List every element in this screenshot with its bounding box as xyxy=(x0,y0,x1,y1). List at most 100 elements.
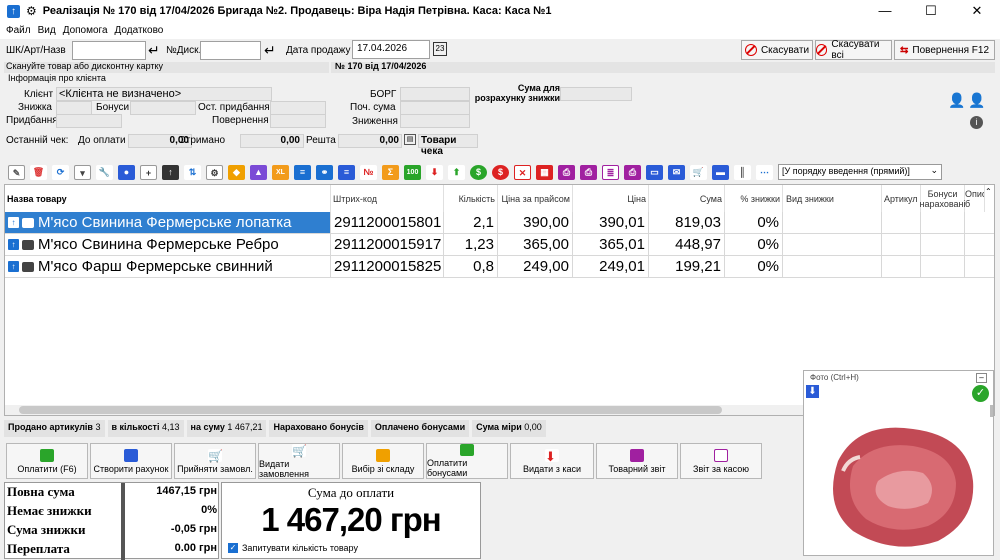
accept-order-button[interactable]: 🛒 Прийняти замовл. xyxy=(174,443,256,479)
print-icon[interactable]: ⎙ xyxy=(558,164,575,180)
create-invoice-button[interactable]: Створити рахунок xyxy=(90,443,172,479)
cancel-doc-icon[interactable]: ✕ xyxy=(514,164,531,180)
discount-card-input[interactable] xyxy=(200,41,261,60)
menu-view[interactable]: Вид xyxy=(38,25,56,36)
mail-icon[interactable]: ✉ xyxy=(668,164,685,180)
delete-icon[interactable]: 🗑 xyxy=(30,164,47,180)
up-arrow-icon[interactable]: ⬆ xyxy=(448,164,465,180)
scroll-up-icon[interactable]: ⌃ xyxy=(985,187,994,196)
column-header[interactable]: Бонуси нараховані xyxy=(919,185,966,212)
receipt-icon[interactable]: ▤ xyxy=(404,134,416,145)
print-alt-icon[interactable]: ⎙ xyxy=(580,164,597,180)
column-header[interactable]: Опис б xyxy=(965,185,985,212)
list-icon[interactable]: ≡ xyxy=(294,164,311,180)
range-icon[interactable]: ⋯ xyxy=(756,164,773,180)
close-button[interactable]: ✕ xyxy=(954,0,1000,22)
down-arrow-icon[interactable]: ⬇ xyxy=(426,164,443,180)
cart-icon[interactable]: 🛒 xyxy=(690,164,707,180)
invoice-icon xyxy=(124,448,138,462)
column-header[interactable]: Вид знижки xyxy=(783,185,882,212)
number-icon[interactable]: № xyxy=(360,164,377,180)
table-row[interactable]: ↑ М'ясо Свинина Фермерське лопатка xyxy=(5,212,331,234)
row-name: М'ясо Фарш Фермерське свинний xyxy=(38,258,273,275)
to-pay-label: До оплати xyxy=(78,135,126,146)
stack-icon[interactable]: ≡ xyxy=(338,164,355,180)
check-goods-button[interactable]: Товари чека xyxy=(418,134,478,157)
wrench-icon[interactable]: 🔧 xyxy=(96,164,113,180)
info-icon[interactable]: i xyxy=(970,116,983,129)
sort-order-value: [У порядку введення (прямий)] xyxy=(782,166,910,176)
issue-order-button[interactable]: 🛒 Видати замовлення xyxy=(258,443,340,479)
row-barcode: 2911200015825 xyxy=(331,256,444,278)
row-qty[interactable]: 2,1 xyxy=(444,212,498,234)
select-from-stock-button[interactable]: Вибір зі складу xyxy=(342,443,424,479)
table-row[interactable]: ↑ М'ясо Свинина Фермерське Ребро xyxy=(5,234,331,256)
total-label: Переплата xyxy=(7,541,70,556)
report-icon[interactable]: ≣ xyxy=(602,164,619,180)
pay-button[interactable]: Оплатити (F6) xyxy=(6,443,88,479)
pay-bonuses-button[interactable]: Оплатити бонусами xyxy=(426,443,508,479)
sort-icon[interactable]: ⇅ xyxy=(184,164,201,180)
goods-report-button[interactable]: Товарний звіт xyxy=(596,443,678,479)
calendar-red-icon[interactable]: ▦ xyxy=(536,164,553,180)
sort-order-select[interactable]: [У порядку введення (прямий)] ⌄ xyxy=(778,164,942,180)
dollar-green-icon[interactable]: $ xyxy=(470,164,487,180)
return-button[interactable]: ⇆ Повернення F12 xyxy=(894,40,995,60)
menu-help[interactable]: Допомога xyxy=(63,25,108,36)
column-header[interactable]: Назва товару xyxy=(5,185,331,212)
sale-date-input[interactable]: 17.04.2026 xyxy=(352,40,430,59)
card-terminal-icon[interactable]: ▬ xyxy=(712,164,729,180)
scrollbar-thumb[interactable] xyxy=(19,406,722,414)
contact-card-icon[interactable]: ▭ xyxy=(646,164,663,180)
gear-icon[interactable]: ⚙ xyxy=(26,4,37,18)
user-outline-icon[interactable]: 👤 xyxy=(968,92,985,109)
row-qty[interactable]: 0,8 xyxy=(444,256,498,278)
menu-file[interactable]: Файл xyxy=(6,25,31,36)
enter-icon[interactable]: ↵ xyxy=(264,42,276,59)
dollar-red-icon[interactable]: $ xyxy=(492,164,509,180)
column-header[interactable]: Ціна за прайсом xyxy=(498,185,573,212)
column-header[interactable]: Сума xyxy=(649,185,725,212)
size-xl-icon[interactable]: XL xyxy=(272,164,289,180)
barcode-green-icon[interactable]: 100 xyxy=(404,164,421,180)
doc-settings-icon[interactable]: ⚙ xyxy=(206,164,223,180)
layers-icon[interactable]: ◆ xyxy=(228,164,245,180)
document-icon[interactable]: Σ xyxy=(382,164,399,180)
refresh-icon[interactable]: ⟳ xyxy=(52,164,69,180)
upload-icon[interactable]: ↑ xyxy=(162,164,179,180)
photo-scrollbar[interactable] xyxy=(990,405,993,417)
shapes-icon[interactable]: ▲ xyxy=(250,164,267,180)
maximize-button[interactable]: ☐ xyxy=(908,0,954,22)
column-header[interactable]: Артикул xyxy=(882,185,921,212)
client-value[interactable]: <Клієнта не визначено> xyxy=(56,87,272,101)
cancel-all-button[interactable]: Скасувати всі xyxy=(815,39,892,61)
column-header[interactable]: Ціна xyxy=(573,185,649,212)
ask-qty-checkbox[interactable]: ✓ xyxy=(228,543,238,553)
cancel-button[interactable]: Скасувати xyxy=(741,40,813,60)
add-doc-icon[interactable]: + xyxy=(140,164,157,180)
row-name: М'ясо Свинина Фермерське Ребро xyxy=(38,236,279,253)
column-header[interactable]: Кількість xyxy=(444,185,498,212)
user-icon[interactable]: 👤 xyxy=(948,92,965,109)
handshake-icon[interactable]: ⚭ xyxy=(316,164,333,180)
menu-extra[interactable]: Додатково xyxy=(115,25,164,36)
edit-icon[interactable]: ✎ xyxy=(8,164,25,180)
column-header[interactable]: % знижки xyxy=(725,185,783,212)
person-icon[interactable]: ● xyxy=(118,164,135,180)
barcode-icon[interactable]: ║ xyxy=(734,164,751,180)
enter-icon[interactable]: ↵ xyxy=(148,42,160,59)
minimize-button[interactable]: — xyxy=(862,0,908,22)
download-icon[interactable]: ⬇ xyxy=(806,385,819,398)
row-qty[interactable]: 1,23 xyxy=(444,234,498,256)
totals-panel: Повна сума 1467,15 грн Немає знижки 0% Сум… xyxy=(4,482,219,560)
collapse-icon[interactable]: – xyxy=(976,373,987,383)
cash-out-button[interactable]: ⬇ Видати з каси xyxy=(510,443,594,479)
calendar-icon[interactable]: 23 xyxy=(433,42,447,56)
table-row[interactable]: ↑ М'ясо Фарш Фермерське свинний xyxy=(5,256,331,278)
column-header[interactable]: Штрих-код xyxy=(331,185,444,212)
clipboard-icon[interactable]: ▾ xyxy=(74,164,91,180)
cash-report-button[interactable]: Звіт за касою xyxy=(680,443,762,479)
search-input[interactable] xyxy=(72,41,146,60)
check-icon[interactable]: ✓ xyxy=(972,385,989,402)
print-menu-icon[interactable]: ⎙ xyxy=(624,164,641,180)
